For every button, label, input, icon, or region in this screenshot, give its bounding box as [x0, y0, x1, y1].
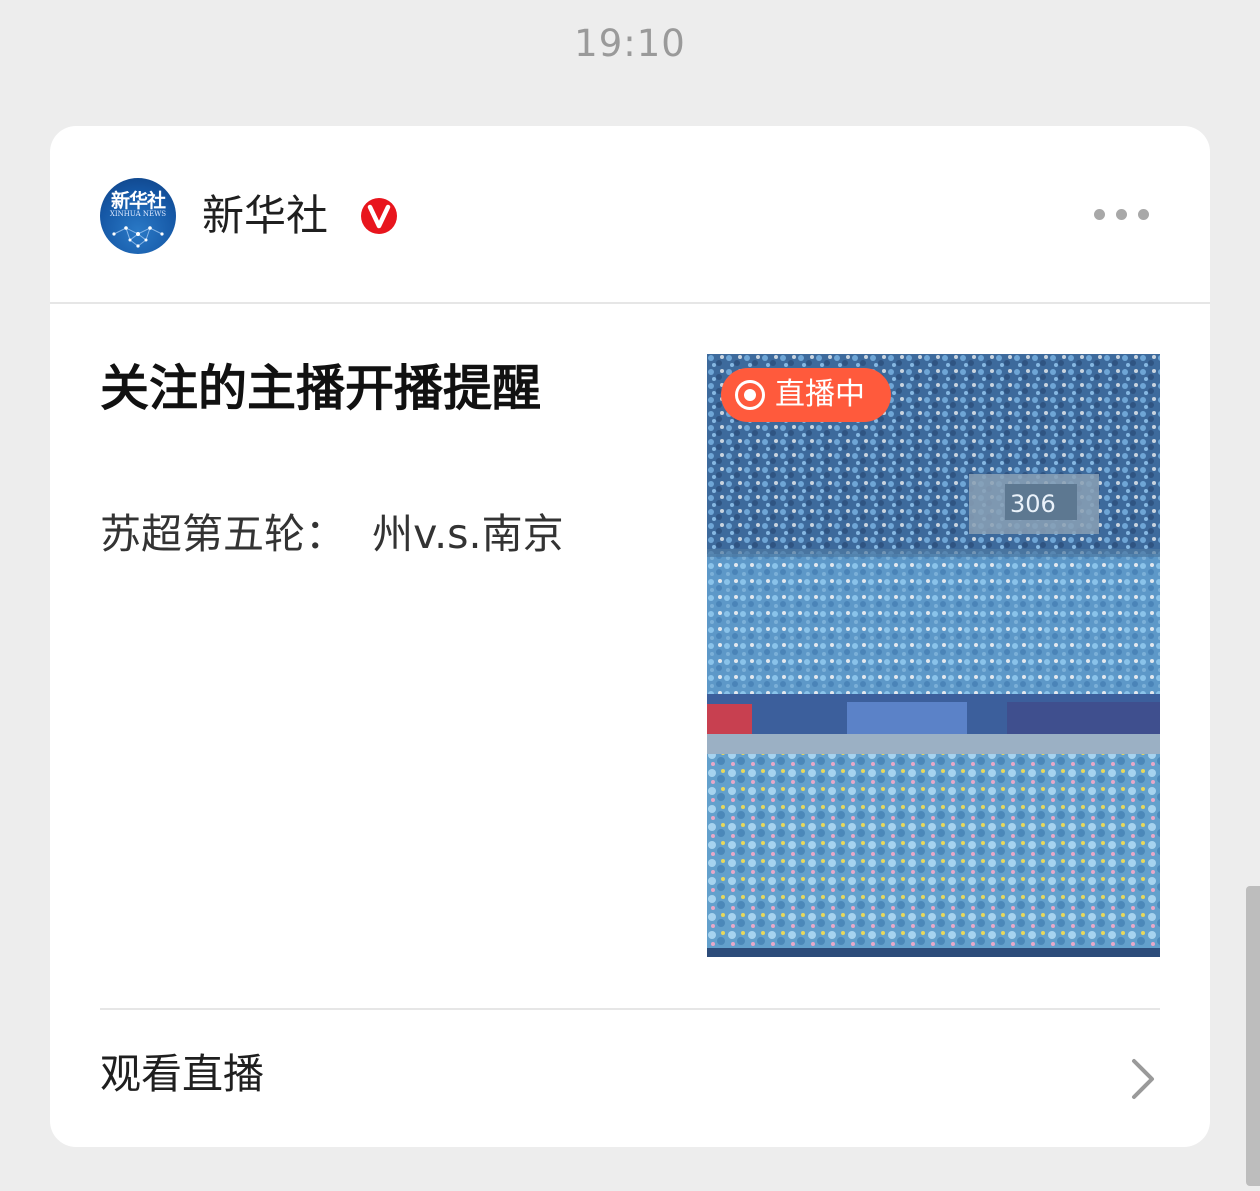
- live-thumbnail[interactable]: 306 直播中: [707, 354, 1160, 957]
- avatar-constellation-graphic: [112, 226, 164, 248]
- section-sign-text: 306: [1010, 490, 1056, 518]
- watch-live-label: 观看直播: [100, 1050, 264, 1098]
- match-subtitle: 苏超第五轮： 州v.s.南京: [100, 510, 564, 558]
- stadium-crowd-image: 306: [707, 354, 1160, 957]
- notification-title: 关注的主播开播提醒: [100, 360, 542, 417]
- verified-v-icon: [359, 196, 399, 236]
- more-options-button[interactable]: [1090, 202, 1154, 226]
- watch-live-button[interactable]: 观看直播: [50, 1010, 1210, 1147]
- scrollbar[interactable]: [1246, 886, 1260, 1186]
- more-dots-icon: [1116, 209, 1127, 220]
- live-notification-card: 新华社 XINHUA NEWS 新华社 关注的主播开播提醒 苏超第五轮： 州v.…: [50, 126, 1210, 1147]
- more-dots-icon: [1138, 209, 1149, 220]
- card-header: 新华社 XINHUA NEWS 新华社: [50, 126, 1210, 304]
- status-time: 19:10: [574, 22, 686, 65]
- avatar-logo-text: 新华社: [110, 190, 166, 212]
- more-dots-icon: [1094, 209, 1105, 220]
- live-badge: 直播中: [721, 368, 891, 422]
- avatar[interactable]: 新华社 XINHUA NEWS: [100, 178, 176, 254]
- avatar-logo-subtext: XINHUA NEWS: [109, 210, 167, 218]
- live-badge-label: 直播中: [775, 377, 865, 412]
- account-name[interactable]: 新华社: [202, 190, 328, 242]
- chevron-right-icon: [1132, 1059, 1154, 1099]
